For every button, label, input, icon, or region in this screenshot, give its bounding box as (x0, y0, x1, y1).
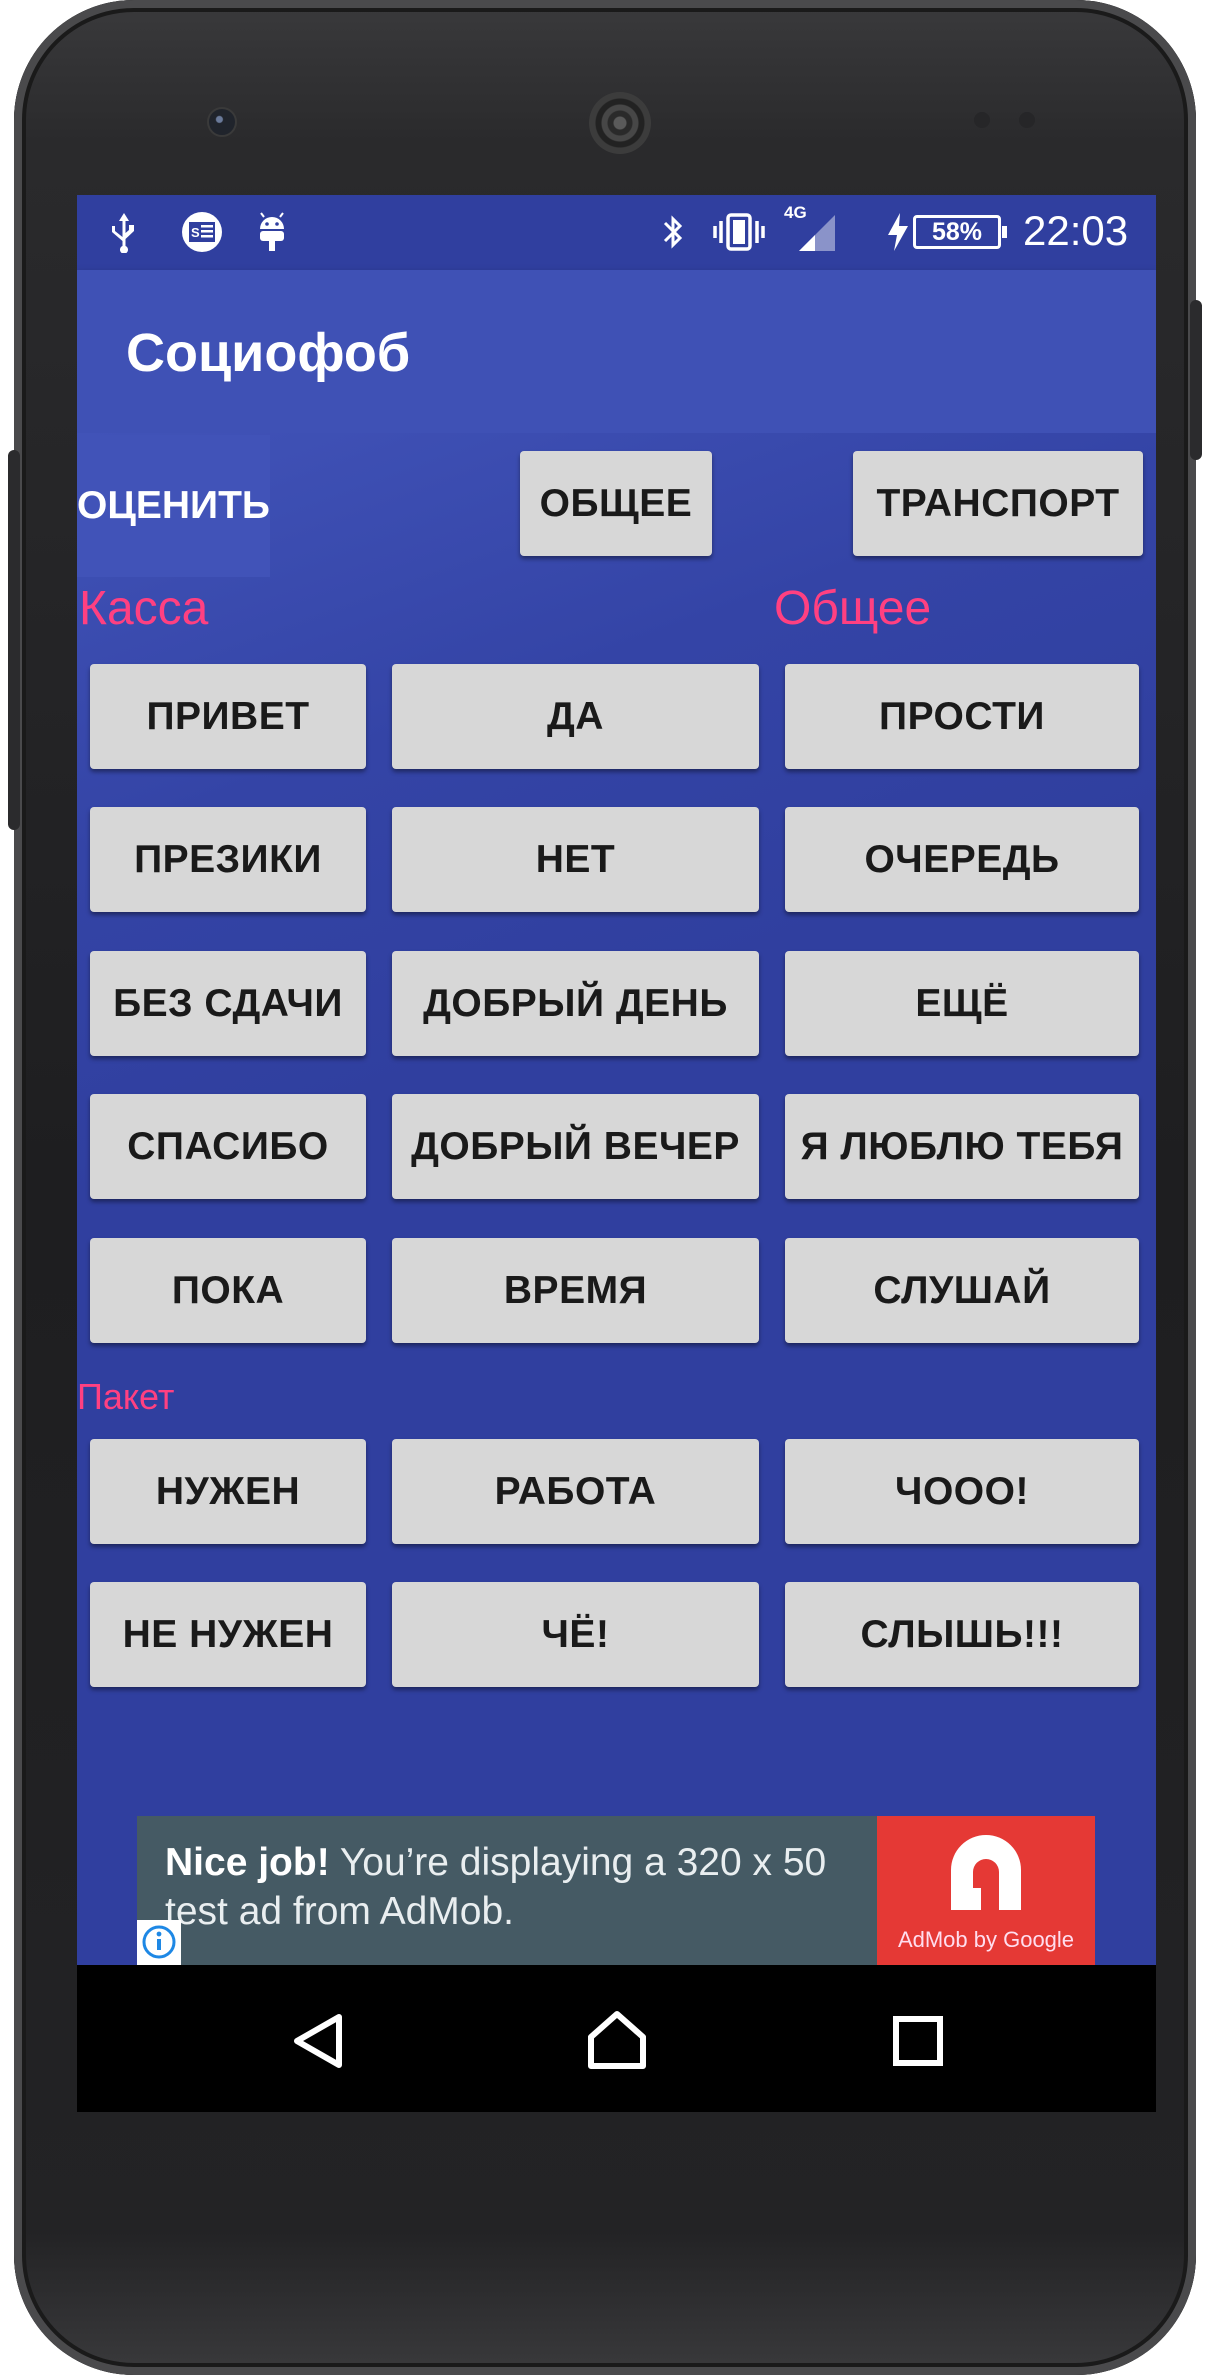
button-dobryi-den[interactable]: ДОБРЫЙ ДЕНЬ (392, 951, 759, 1056)
button-dobryi-vecher[interactable]: ДОБРЫЙ ВЕЧЕР (392, 1094, 759, 1199)
button-preziki[interactable]: ПРЕЗИКИ (90, 807, 366, 912)
ad-headline: Nice job! (165, 1841, 330, 1884)
app-bar: Социофоб (77, 270, 1156, 433)
status-time: 22:03 (1023, 207, 1129, 254)
admob-logo: AdMob by Google (877, 1816, 1095, 1965)
button-bez-sdachi[interactable]: БЕЗ СДАЧИ (90, 951, 366, 1056)
bluetooth-icon (663, 215, 683, 249)
battery-icon: 58% (913, 215, 1007, 249)
admob-logo-icon (951, 1835, 1021, 1910)
svg-text:S: S (191, 225, 200, 240)
button-ya-lyublyu-tebya[interactable]: Я ЛЮБЛЮ ТЕБЯ (785, 1094, 1139, 1199)
general-button[interactable]: ОБЩЕЕ (520, 451, 712, 556)
button-privet[interactable]: ПРИВЕТ (90, 664, 366, 769)
button-da[interactable]: ДА (392, 664, 759, 769)
transport-button[interactable]: ТРАНСПОРТ (853, 451, 1143, 556)
navigation-bar (77, 1965, 1156, 2112)
ad-text: Nice job! You’re displaying a 320 x 50 t… (165, 1838, 855, 1936)
main-content: ОЦЕНИТЬ ОБЩЕЕ ТРАНСПОРТ Касса Общее ПРИВ… (77, 433, 1156, 1963)
section-kassa-label: Касса (79, 582, 209, 635)
button-slysh[interactable]: СЛЫШЬ!!! (785, 1582, 1139, 1687)
back-icon[interactable] (289, 2011, 345, 2071)
home-icon[interactable] (585, 2009, 649, 2071)
button-poka[interactable]: ПОКА (90, 1238, 366, 1343)
light-sensor (1019, 112, 1035, 128)
button-ochered[interactable]: ОЧЕРЕДЬ (785, 807, 1139, 912)
power-button (1190, 300, 1202, 460)
proximity-sensor (974, 112, 990, 128)
button-eshe[interactable]: ЕЩЁ (785, 951, 1139, 1056)
battery-tip (1002, 226, 1007, 238)
screen: S 4G 58% 22:03 Социофоб ОЦЕНИТЬ ОБЩЕЕ ТР… (77, 195, 1156, 2112)
button-che[interactable]: ЧЁ! (392, 1582, 759, 1687)
charging-icon (888, 213, 908, 251)
section-paket-label: Пакет (77, 1376, 175, 1417)
button-vremya[interactable]: ВРЕМЯ (392, 1238, 759, 1343)
rate-button[interactable]: ОЦЕНИТЬ (77, 435, 270, 577)
android-debug-icon (260, 212, 284, 251)
button-rabota[interactable]: РАБОТА (392, 1439, 759, 1544)
usb-icon (112, 213, 134, 253)
volume-button (8, 450, 20, 830)
status-bar: S 4G 58% 22:03 (77, 195, 1156, 270)
button-ne-nuzhen[interactable]: НЕ НУЖЕН (90, 1582, 366, 1687)
recents-icon[interactable] (892, 2015, 944, 2067)
battery-percent: 58% (931, 218, 983, 246)
info-icon (142, 1925, 176, 1959)
earpiece-speaker (589, 92, 651, 154)
vibrate-icon (713, 213, 765, 251)
button-prosti[interactable]: ПРОСТИ (785, 664, 1139, 769)
front-camera (207, 107, 237, 137)
signal-icon (799, 215, 835, 251)
sim-card-icon: S (182, 212, 222, 252)
ad-banner[interactable]: Nice job! You’re displaying a 320 x 50 t… (137, 1816, 1095, 1965)
app-title: Социофоб (126, 323, 411, 383)
button-spasibo[interactable]: СПАСИБО (90, 1094, 366, 1199)
button-nuzhen[interactable]: НУЖЕН (90, 1439, 366, 1544)
button-slushai[interactable]: СЛУШАЙ (785, 1238, 1139, 1343)
button-net[interactable]: НЕТ (392, 807, 759, 912)
section-obshee-label: Общее (774, 582, 932, 635)
ad-info-button[interactable] (137, 1920, 181, 1965)
admob-brand-label: AdMob by Google (897, 1927, 1075, 1952)
phone-frame: S 4G 58% 22:03 Социофоб ОЦЕНИТЬ ОБЩЕЕ ТР… (8, 0, 1202, 2375)
button-chooo[interactable]: ЧООО! (785, 1439, 1139, 1544)
